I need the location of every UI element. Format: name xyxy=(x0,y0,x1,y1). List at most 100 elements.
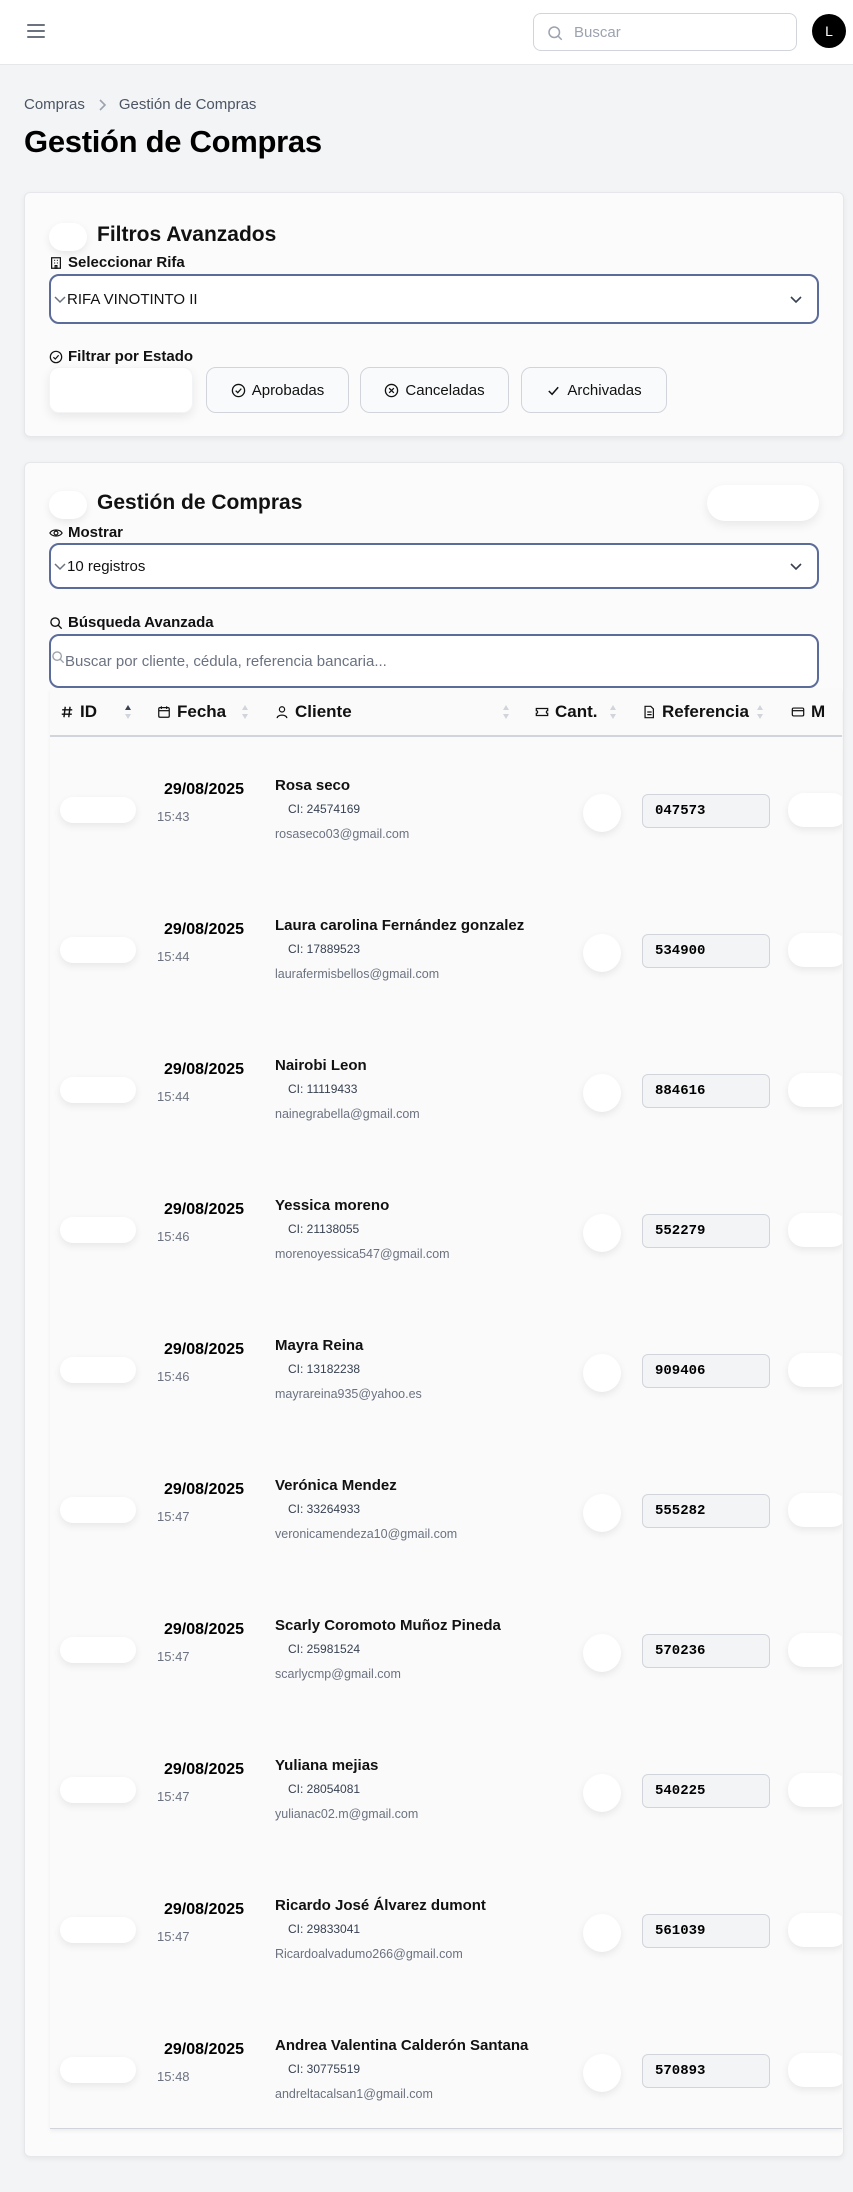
filters-title: Filtros Avanzados xyxy=(97,223,277,246)
sort-icon[interactable] xyxy=(756,704,764,720)
client-name: Scarly Coromoto Muñoz Pineda xyxy=(275,1617,501,1634)
chevron-down-icon xyxy=(790,296,802,304)
filter-icon-badge xyxy=(49,223,87,251)
id-badge xyxy=(60,937,136,963)
quantity-badge xyxy=(583,1634,621,1672)
bank-reference: 534900 xyxy=(642,934,770,968)
client-ci: CI: 11119433 xyxy=(282,1080,364,1098)
global-search[interactable] xyxy=(533,13,797,51)
column-referencia[interactable]: Referencia xyxy=(642,689,749,735)
table-row[interactable]: 29/08/2025 15:44 Nairobi Leon CI: 11119433 n… xyxy=(50,1019,842,1159)
filter-aprobadas-button[interactable]: Aprobadas xyxy=(206,367,349,413)
page-title: Gestión de Compras xyxy=(24,124,322,159)
id-badge xyxy=(60,1217,136,1243)
table-row[interactable]: 29/08/2025 15:47 Scarly Coromoto Muñoz Pin… xyxy=(50,1579,842,1719)
id-badge xyxy=(60,1917,136,1943)
quantity-badge xyxy=(583,1914,621,1952)
sort-icon[interactable] xyxy=(124,704,132,720)
client-ci: CI: 30775519 xyxy=(282,2060,367,2078)
client-email: laurafermisbellos@gmail.com xyxy=(275,967,440,981)
purchase-time: 15:48 xyxy=(157,2069,190,2084)
hamburger-icon[interactable] xyxy=(24,20,48,44)
client-email: morenoyessica547@gmail.com xyxy=(275,1247,450,1261)
table-row[interactable]: 29/08/2025 15:47 Verónica Mendez CI: 332649… xyxy=(50,1439,842,1579)
purchase-date: 29/08/2025 xyxy=(164,1201,245,1218)
avatar[interactable]: L xyxy=(812,14,846,48)
quantity-badge xyxy=(583,794,621,832)
amount-badge xyxy=(788,1633,842,1667)
column-id[interactable]: ID xyxy=(60,689,97,735)
chevron-right-icon xyxy=(99,98,106,111)
breadcrumb-compras[interactable]: Compras xyxy=(24,96,85,113)
client-email: mayrareina935@yahoo.es xyxy=(275,1387,422,1401)
client-email: Ricardoalvadumo266@gmail.com xyxy=(275,1947,463,1961)
global-search-input[interactable] xyxy=(574,14,789,50)
client-email: yulianac02.m@gmail.com xyxy=(275,1807,419,1821)
sort-icon[interactable] xyxy=(609,704,617,720)
amount-badge xyxy=(788,1213,842,1247)
filter-archivadas-button[interactable]: Archivadas xyxy=(521,367,667,413)
client-ci: CI: 28054081 xyxy=(282,1780,367,1798)
table-row[interactable]: 29/08/2025 15:46 Mayra Reina CI: 13182238 ma… xyxy=(50,1299,842,1439)
rifa-label: Seleccionar Rifa xyxy=(49,254,185,271)
amount-badge xyxy=(788,1913,842,1947)
filter-pendientes-button[interactable]: Pendientes xyxy=(49,367,193,413)
table-row[interactable]: 29/08/2025 15:47 Yuliana mejias CI: 2805408… xyxy=(50,1719,842,1859)
client-name: Rosa seco xyxy=(275,777,351,794)
purchases-table: ID Fecha Cliente Cant. Referencia M 29/0… xyxy=(50,689,842,2129)
table-row[interactable]: 29/08/2025 15:48 Andrea Valentina Calderón… xyxy=(50,1999,842,2128)
table-header: ID Fecha Cliente Cant. Referencia M xyxy=(50,689,842,737)
purchase-date: 29/08/2025 xyxy=(164,781,245,798)
client-ci: CI: 17889523 xyxy=(282,940,367,958)
client-email: rosaseco03@gmail.com xyxy=(275,827,410,841)
client-ci: CI: 25981524 xyxy=(282,1640,367,1658)
export-button[interactable] xyxy=(707,485,819,521)
rifa-select[interactable]: RIFA VINOTINTO II xyxy=(49,274,819,324)
filter-canceladas-button[interactable]: Canceladas xyxy=(360,367,509,413)
bank-reference: 909406 xyxy=(642,1354,770,1388)
check-icon xyxy=(548,386,560,395)
client-email: veronicamendeza10@gmail.com xyxy=(275,1527,458,1541)
purchase-time: 15:46 xyxy=(157,1369,190,1384)
bank-reference: 570236 xyxy=(642,1634,770,1668)
sort-icon[interactable] xyxy=(502,704,510,720)
table-row[interactable]: 29/08/2025 15:47 Ricardo José Álvarez dumo… xyxy=(50,1859,842,1999)
quantity-badge xyxy=(583,1494,621,1532)
amount-badge xyxy=(788,2053,842,2087)
table-row[interactable]: 29/08/2025 15:46 Yessica moreno CI: 2113805… xyxy=(50,1159,842,1299)
rifa-select-value: RIFA VINOTINTO II xyxy=(67,290,198,308)
table-row[interactable]: 29/08/2025 15:43 Rosa seco CI: 24574169 rosa… xyxy=(50,739,842,879)
client-name: Andrea Valentina Calderón Santana xyxy=(275,2037,529,2054)
chevron-down-icon xyxy=(54,296,66,304)
id-badge xyxy=(60,1777,136,1803)
purchases-title: Gestión de Compras xyxy=(97,491,303,514)
client-ci: CI: 21138055 xyxy=(282,1220,366,1238)
table-row[interactable]: 29/08/2025 15:44 Laura carolina Fernández … xyxy=(50,879,842,1019)
advanced-search[interactable] xyxy=(49,634,819,688)
amount-badge xyxy=(788,1353,842,1387)
id-badge xyxy=(60,1077,136,1103)
id-badge xyxy=(60,1637,136,1663)
purchase-date: 29/08/2025 xyxy=(164,1481,245,1498)
column-monto[interactable]: M xyxy=(791,689,825,735)
eye-icon xyxy=(49,528,63,537)
column-cliente[interactable]: Cliente xyxy=(275,689,352,735)
page-size-select[interactable]: 10 registros xyxy=(49,543,819,589)
client-ci: CI: 24574169 xyxy=(282,800,367,818)
purchase-time: 15:47 xyxy=(157,1789,190,1804)
purchase-date: 29/08/2025 xyxy=(164,1061,245,1078)
column-fecha[interactable]: Fecha xyxy=(157,689,226,735)
calendar-icon xyxy=(158,706,170,718)
sort-icon[interactable] xyxy=(241,704,249,720)
ticket-icon xyxy=(535,707,549,717)
column-cantidad[interactable]: Cant. xyxy=(535,689,598,735)
client-ci: CI: 29833041 xyxy=(282,1920,367,1938)
user-icon xyxy=(276,706,288,719)
purchase-time: 15:47 xyxy=(157,1509,190,1524)
quantity-badge xyxy=(583,2054,621,2092)
amount-badge xyxy=(788,1493,842,1527)
client-email: andreltacalsan1@gmail.com xyxy=(275,2087,433,2101)
advanced-search-input[interactable] xyxy=(65,636,805,686)
purchases-card: Gestión de Compras Mostrar 10 registros … xyxy=(24,462,844,2157)
quantity-badge xyxy=(583,1354,621,1392)
